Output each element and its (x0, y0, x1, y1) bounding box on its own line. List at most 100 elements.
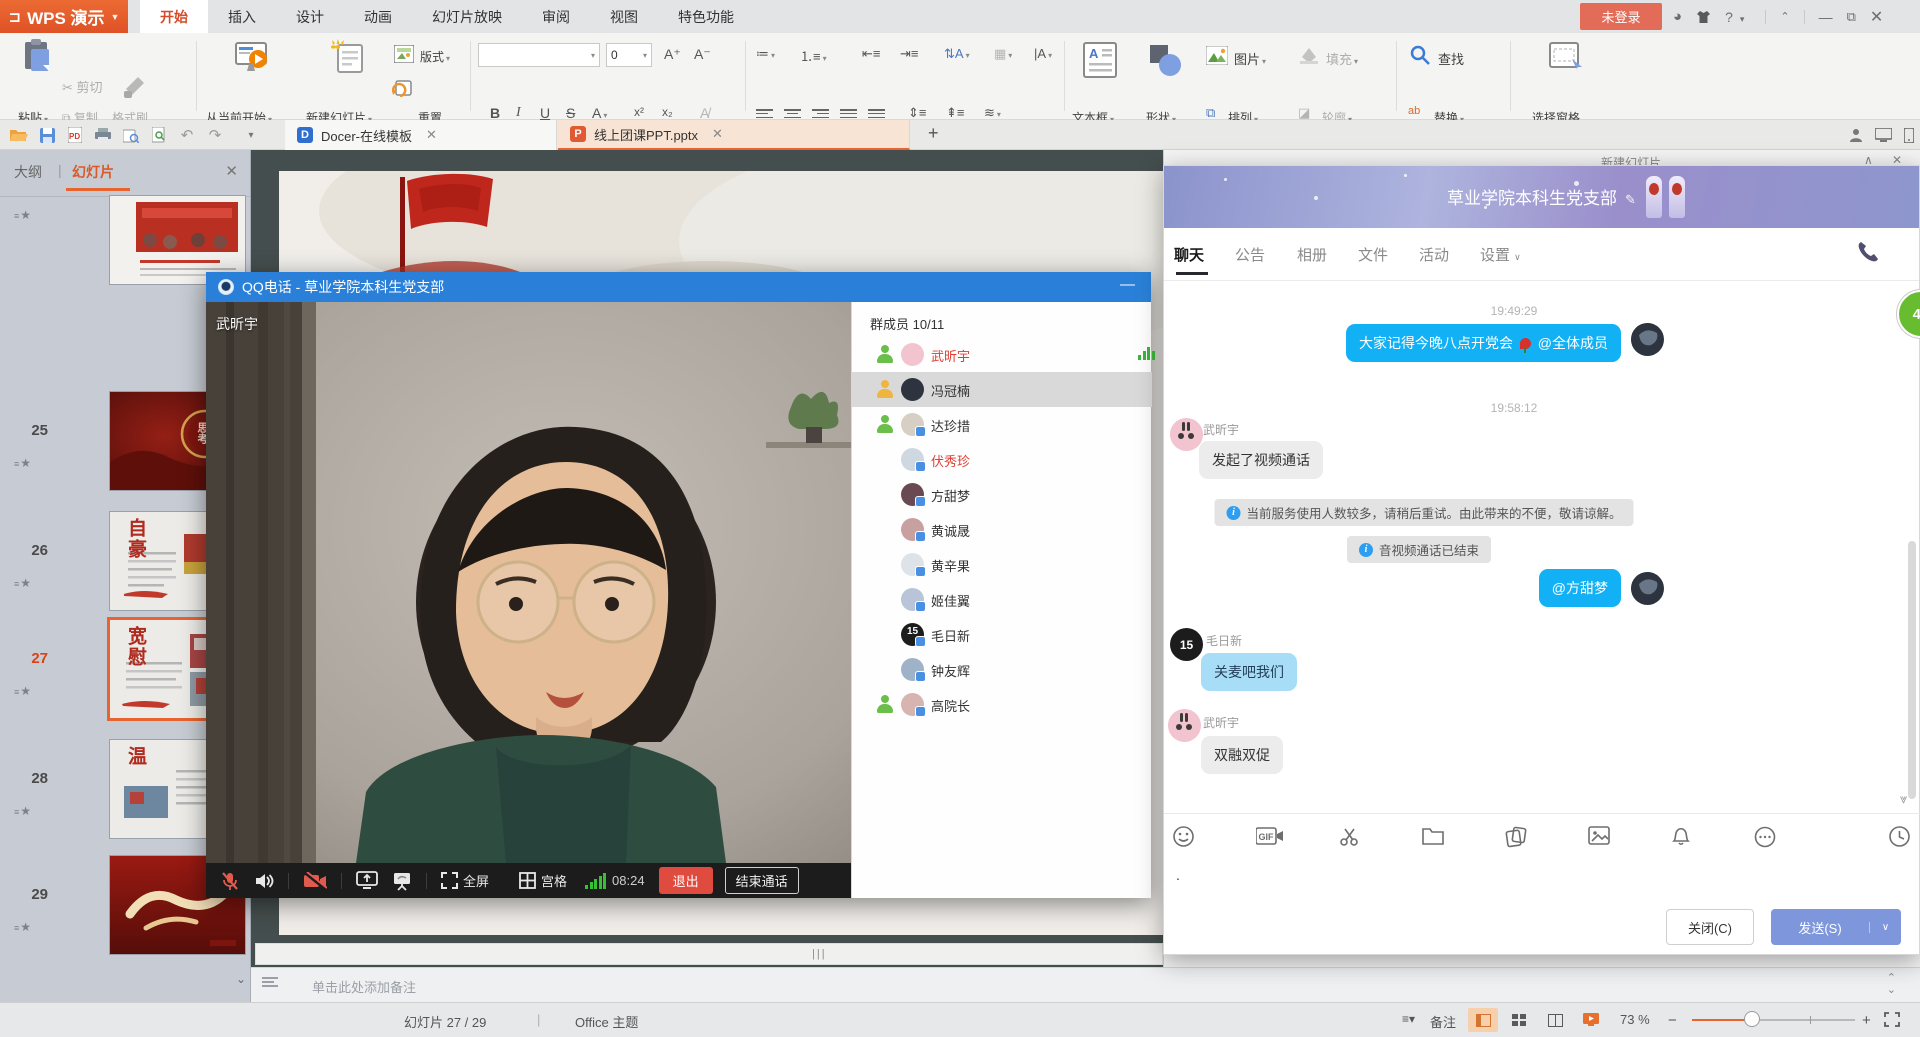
exit-call-button[interactable]: 退出 (659, 867, 713, 894)
menu-tab-特色功能[interactable]: 特色功能 (658, 0, 754, 33)
screenshot-scissors-icon[interactable] (1339, 826, 1361, 848)
doc-tab-docer[interactable]: D Docer-在线模板 ✕ (285, 120, 557, 150)
new-slide-icon[interactable] (330, 39, 366, 75)
member-row-达珍措[interactable]: 达珍措 (852, 407, 1152, 442)
send-options-chevron-icon[interactable]: ∨ (1869, 922, 1901, 933)
whiteboard-icon[interactable] (392, 871, 412, 891)
fill-button[interactable]: 填充▾ (1326, 49, 1358, 68)
smart-format-icon[interactable]: ≋▾ (984, 105, 1001, 121)
member-row-黄辛果[interactable]: 黄辛果 (852, 547, 1152, 582)
minimize-icon[interactable]: — (1819, 9, 1833, 25)
edit-pencil-icon[interactable]: ✎ (1625, 192, 1636, 207)
doc-tab-pptx[interactable]: P 线上团课PPT.pptx ✕ (558, 120, 910, 150)
outgoing-message-bubble[interactable]: @方甜梦 (1539, 569, 1621, 607)
undo-icon[interactable]: ↶ (176, 124, 198, 146)
increase-indent-icon[interactable]: ⇥≡ (900, 46, 918, 62)
arrange-icon[interactable]: ⧉ (1206, 105, 1215, 121)
theme-name[interactable]: Office 主题 (575, 1012, 638, 1031)
avatar[interactable] (1168, 709, 1201, 742)
member-row-伏秀珍[interactable]: 伏秀珍 (852, 442, 1152, 477)
close-chat-button[interactable]: 关闭(C) (1666, 909, 1754, 945)
view-normal-button[interactable] (1468, 1008, 1498, 1032)
superscript-icon[interactable]: x² (634, 105, 644, 119)
tab-outline[interactable]: 大纲 (14, 162, 42, 182)
font-family-select[interactable]: ▾ (478, 43, 600, 67)
slide-thumbnail-partial[interactable] (110, 196, 245, 284)
group-banner[interactable]: 草业学院本科生党支部✎ (1164, 166, 1919, 228)
close-tab-icon[interactable]: ✕ (712, 126, 723, 142)
collapse-ribbon-icon[interactable]: ⌃ (1780, 10, 1789, 23)
assistant-icon[interactable] (1845, 124, 1867, 146)
replace-icon[interactable]: ab (1408, 105, 1420, 117)
member-row-高院长[interactable]: 高院长 (852, 687, 1152, 722)
strikethrough-icon[interactable]: S (566, 105, 575, 121)
view-slideshow-button[interactable] (1576, 1008, 1606, 1032)
zoom-in-icon[interactable]: + (1862, 1012, 1871, 1029)
char-spacing-icon[interactable]: |A▾ (1034, 46, 1052, 61)
scroll-to-bottom-icon[interactable]: ⩔ (1900, 791, 1907, 807)
zoom-slider-handle[interactable] (1744, 1011, 1760, 1027)
image-icon[interactable] (1588, 826, 1610, 848)
zoom-out-icon[interactable]: − (1668, 1012, 1677, 1029)
layout-button[interactable]: 版式▾ (420, 48, 450, 65)
help-icon[interactable]: ?▾ (1725, 9, 1751, 25)
redo-icon[interactable]: ↷ (204, 124, 226, 146)
emoji-icon[interactable] (1173, 826, 1195, 848)
subscript-icon[interactable]: x₂ (662, 105, 673, 119)
qq-call-titlebar[interactable]: QQ电话 - 草业学院本科生党支部 — (206, 272, 1151, 302)
fit-window-icon[interactable] (1884, 1012, 1900, 1027)
member-row-黄诚晟[interactable]: 黄诚晟 (852, 512, 1152, 547)
chat-tab-相册[interactable]: 相册 (1297, 244, 1327, 265)
shake-window-icon[interactable] (1505, 826, 1527, 848)
speaker-icon[interactable] (254, 872, 274, 890)
wps-logo-button[interactable]: ⊐ WPS 演示 ▼ (0, 0, 128, 33)
file-folder-icon[interactable] (1422, 826, 1444, 848)
chat-tab-文件[interactable]: 文件 (1358, 244, 1388, 265)
avatar[interactable] (1631, 323, 1664, 356)
notes-placeholder[interactable]: 单击此处添加备注 (312, 977, 416, 996)
chat-tab-活动[interactable]: 活动 (1419, 244, 1449, 265)
close-panel-icon[interactable]: ✕ (225, 162, 238, 180)
picture-icon[interactable] (1206, 46, 1228, 65)
gif-record-icon[interactable]: GIF (1256, 826, 1278, 848)
export-pdf-icon[interactable]: PD (64, 124, 86, 146)
open-file-icon[interactable] (8, 124, 30, 146)
para-spacing-icon[interactable]: ⇞≡ (946, 105, 964, 121)
member-row-方甜梦[interactable]: 方甜梦 (852, 477, 1152, 512)
outgoing-message-bubble[interactable]: 大家记得今晚八点开党会 @全体成员 (1346, 324, 1621, 362)
cut-button[interactable]: ✂ 剪切 (62, 77, 103, 96)
chat-tab-设置[interactable]: 设置 ∨ (1480, 244, 1521, 265)
selection-pane-icon[interactable] (1548, 41, 1584, 73)
member-row-钟友辉[interactable]: 钟友辉 (852, 652, 1152, 687)
chat-tab-公告[interactable]: 公告 (1235, 244, 1265, 265)
menu-tab-插入[interactable]: 插入 (208, 0, 276, 33)
line-spacing-icon[interactable]: ⇕≡ (908, 105, 926, 121)
member-row-冯冠楠[interactable]: 冯冠楠 (852, 372, 1152, 407)
theme-shirt-icon[interactable] (1696, 10, 1711, 24)
new-tab-icon[interactable]: + (928, 123, 939, 144)
play-from-current-icon[interactable] (232, 38, 270, 76)
minimize-icon[interactable]: — (1120, 276, 1135, 293)
microphone-muted-icon[interactable] (220, 871, 240, 891)
close-pane-icon[interactable]: ✕ (1892, 153, 1902, 165)
outline-shape-icon[interactable]: ◪ (1298, 105, 1310, 121)
find-button[interactable]: 查找 (1438, 49, 1464, 68)
decrease-font-icon[interactable]: A⁻ (694, 46, 711, 63)
camera-off-icon[interactable] (303, 872, 327, 890)
text-direction-icon[interactable]: ⇅A▾ (944, 46, 970, 62)
member-row-毛日新[interactable]: 15毛日新 (852, 617, 1152, 652)
layout-icon[interactable] (394, 45, 414, 63)
incoming-message-bubble[interactable]: 关麦吧我们 (1201, 653, 1297, 691)
close-icon[interactable]: ✕ (1870, 7, 1883, 27)
clear-format-icon[interactable]: A̸ (700, 105, 709, 121)
format-painter-icon[interactable] (122, 73, 148, 99)
close-tab-icon[interactable]: ✕ (426, 127, 437, 143)
notes-bar[interactable]: 单击此处添加备注 ⌃⌄ (251, 967, 1920, 1002)
italic-icon[interactable]: I (516, 105, 521, 121)
skin-center-icon[interactable]: ◕ (1673, 8, 1682, 25)
incoming-message-bubble[interactable]: 发起了视频通话 (1199, 441, 1323, 479)
chat-scrollbar[interactable] (1908, 541, 1916, 799)
decrease-indent-icon[interactable]: ⇤≡ (862, 46, 880, 62)
view-reading-button[interactable] (1540, 1008, 1570, 1032)
member-row-姬佳翼[interactable]: 姬佳翼 (852, 582, 1152, 617)
